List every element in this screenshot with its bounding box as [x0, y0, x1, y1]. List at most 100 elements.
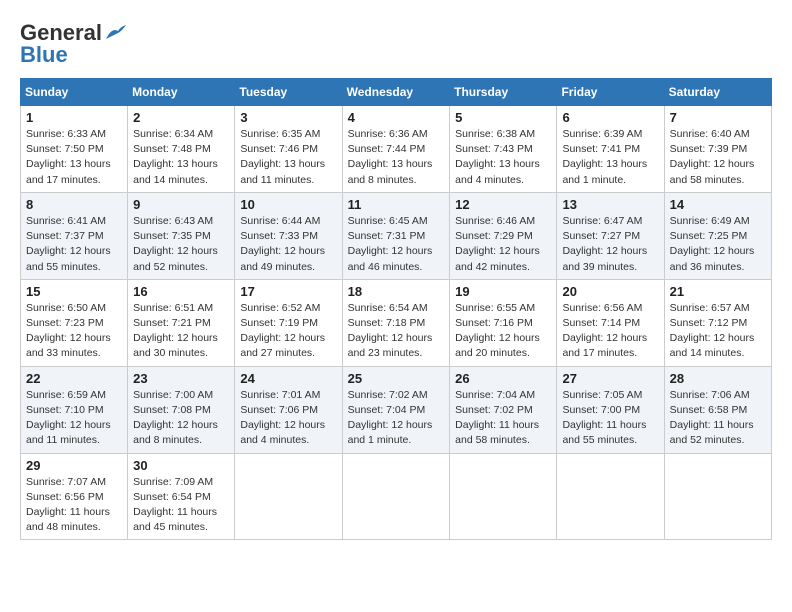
calendar-day-cell: 8 Sunrise: 6:41 AM Sunset: 7:37 PM Dayli…	[21, 192, 128, 279]
day-info: Sunrise: 6:36 AM Sunset: 7:44 PM Dayligh…	[348, 127, 445, 188]
day-info: Sunrise: 6:45 AM Sunset: 7:31 PM Dayligh…	[348, 214, 445, 275]
day-number: 2	[133, 110, 229, 125]
day-number: 26	[455, 371, 551, 386]
weekday-header: Sunday	[21, 79, 128, 106]
day-number: 12	[455, 197, 551, 212]
day-info: Sunrise: 6:41 AM Sunset: 7:37 PM Dayligh…	[26, 214, 122, 275]
day-info: Sunrise: 6:38 AM Sunset: 7:43 PM Dayligh…	[455, 127, 551, 188]
calendar-day-cell: 29 Sunrise: 7:07 AM Sunset: 6:56 PM Dayl…	[21, 453, 128, 540]
calendar-day-cell	[450, 453, 557, 540]
day-number: 30	[133, 458, 229, 473]
day-info: Sunrise: 7:09 AM Sunset: 6:54 PM Dayligh…	[133, 475, 229, 536]
calendar-day-cell	[557, 453, 664, 540]
day-number: 23	[133, 371, 229, 386]
day-info: Sunrise: 6:44 AM Sunset: 7:33 PM Dayligh…	[240, 214, 336, 275]
day-number: 7	[670, 110, 766, 125]
day-number: 18	[348, 284, 445, 299]
calendar-day-cell: 5 Sunrise: 6:38 AM Sunset: 7:43 PM Dayli…	[450, 106, 557, 193]
day-number: 16	[133, 284, 229, 299]
day-info: Sunrise: 6:52 AM Sunset: 7:19 PM Dayligh…	[240, 301, 336, 362]
calendar-day-cell: 26 Sunrise: 7:04 AM Sunset: 7:02 PM Dayl…	[450, 366, 557, 453]
day-number: 9	[133, 197, 229, 212]
day-number: 20	[562, 284, 658, 299]
day-number: 19	[455, 284, 551, 299]
day-info: Sunrise: 6:40 AM Sunset: 7:39 PM Dayligh…	[670, 127, 766, 188]
page-header: General Blue	[20, 20, 772, 68]
day-info: Sunrise: 6:49 AM Sunset: 7:25 PM Dayligh…	[670, 214, 766, 275]
calendar-day-cell: 11 Sunrise: 6:45 AM Sunset: 7:31 PM Dayl…	[342, 192, 450, 279]
day-info: Sunrise: 6:54 AM Sunset: 7:18 PM Dayligh…	[348, 301, 445, 362]
day-number: 1	[26, 110, 122, 125]
day-number: 22	[26, 371, 122, 386]
calendar-week-row: 1 Sunrise: 6:33 AM Sunset: 7:50 PM Dayli…	[21, 106, 772, 193]
calendar-day-cell: 18 Sunrise: 6:54 AM Sunset: 7:18 PM Dayl…	[342, 279, 450, 366]
calendar-day-cell: 27 Sunrise: 7:05 AM Sunset: 7:00 PM Dayl…	[557, 366, 664, 453]
calendar-day-cell: 23 Sunrise: 7:00 AM Sunset: 7:08 PM Dayl…	[128, 366, 235, 453]
day-number: 5	[455, 110, 551, 125]
day-number: 11	[348, 197, 445, 212]
day-number: 27	[562, 371, 658, 386]
day-info: Sunrise: 6:51 AM Sunset: 7:21 PM Dayligh…	[133, 301, 229, 362]
calendar-day-cell	[342, 453, 450, 540]
weekday-header: Tuesday	[235, 79, 342, 106]
day-number: 14	[670, 197, 766, 212]
logo-bird-icon	[104, 25, 126, 41]
calendar-day-cell: 24 Sunrise: 7:01 AM Sunset: 7:06 PM Dayl…	[235, 366, 342, 453]
weekday-header: Wednesday	[342, 79, 450, 106]
day-info: Sunrise: 6:33 AM Sunset: 7:50 PM Dayligh…	[26, 127, 122, 188]
calendar-day-cell: 15 Sunrise: 6:50 AM Sunset: 7:23 PM Dayl…	[21, 279, 128, 366]
calendar-day-cell: 16 Sunrise: 6:51 AM Sunset: 7:21 PM Dayl…	[128, 279, 235, 366]
calendar-day-cell: 7 Sunrise: 6:40 AM Sunset: 7:39 PM Dayli…	[664, 106, 771, 193]
weekday-header: Monday	[128, 79, 235, 106]
calendar-day-cell: 1 Sunrise: 6:33 AM Sunset: 7:50 PM Dayli…	[21, 106, 128, 193]
calendar-day-cell: 17 Sunrise: 6:52 AM Sunset: 7:19 PM Dayl…	[235, 279, 342, 366]
calendar-week-row: 29 Sunrise: 7:07 AM Sunset: 6:56 PM Dayl…	[21, 453, 772, 540]
calendar-day-cell: 13 Sunrise: 6:47 AM Sunset: 7:27 PM Dayl…	[557, 192, 664, 279]
calendar-week-row: 22 Sunrise: 6:59 AM Sunset: 7:10 PM Dayl…	[21, 366, 772, 453]
day-number: 13	[562, 197, 658, 212]
calendar-week-row: 8 Sunrise: 6:41 AM Sunset: 7:37 PM Dayli…	[21, 192, 772, 279]
day-number: 15	[26, 284, 122, 299]
day-number: 28	[670, 371, 766, 386]
calendar-day-cell: 3 Sunrise: 6:35 AM Sunset: 7:46 PM Dayli…	[235, 106, 342, 193]
calendar-day-cell: 19 Sunrise: 6:55 AM Sunset: 7:16 PM Dayl…	[450, 279, 557, 366]
calendar-day-cell: 6 Sunrise: 6:39 AM Sunset: 7:41 PM Dayli…	[557, 106, 664, 193]
calendar-table: SundayMondayTuesdayWednesdayThursdayFrid…	[20, 78, 772, 540]
day-info: Sunrise: 6:47 AM Sunset: 7:27 PM Dayligh…	[562, 214, 658, 275]
day-info: Sunrise: 6:55 AM Sunset: 7:16 PM Dayligh…	[455, 301, 551, 362]
day-info: Sunrise: 6:59 AM Sunset: 7:10 PM Dayligh…	[26, 388, 122, 449]
weekday-header: Saturday	[664, 79, 771, 106]
day-number: 24	[240, 371, 336, 386]
calendar-day-cell: 25 Sunrise: 7:02 AM Sunset: 7:04 PM Dayl…	[342, 366, 450, 453]
day-info: Sunrise: 7:06 AM Sunset: 6:58 PM Dayligh…	[670, 388, 766, 449]
logo-blue: Blue	[20, 42, 68, 68]
calendar-day-cell: 2 Sunrise: 6:34 AM Sunset: 7:48 PM Dayli…	[128, 106, 235, 193]
day-number: 3	[240, 110, 336, 125]
calendar-day-cell: 28 Sunrise: 7:06 AM Sunset: 6:58 PM Dayl…	[664, 366, 771, 453]
calendar-header-row: SundayMondayTuesdayWednesdayThursdayFrid…	[21, 79, 772, 106]
day-info: Sunrise: 6:34 AM Sunset: 7:48 PM Dayligh…	[133, 127, 229, 188]
calendar-day-cell: 21 Sunrise: 6:57 AM Sunset: 7:12 PM Dayl…	[664, 279, 771, 366]
day-number: 29	[26, 458, 122, 473]
day-info: Sunrise: 6:57 AM Sunset: 7:12 PM Dayligh…	[670, 301, 766, 362]
calendar-day-cell: 12 Sunrise: 6:46 AM Sunset: 7:29 PM Dayl…	[450, 192, 557, 279]
day-info: Sunrise: 6:46 AM Sunset: 7:29 PM Dayligh…	[455, 214, 551, 275]
calendar-day-cell: 22 Sunrise: 6:59 AM Sunset: 7:10 PM Dayl…	[21, 366, 128, 453]
logo: General Blue	[20, 20, 126, 68]
calendar-day-cell: 4 Sunrise: 6:36 AM Sunset: 7:44 PM Dayli…	[342, 106, 450, 193]
calendar-day-cell: 10 Sunrise: 6:44 AM Sunset: 7:33 PM Dayl…	[235, 192, 342, 279]
calendar-day-cell: 20 Sunrise: 6:56 AM Sunset: 7:14 PM Dayl…	[557, 279, 664, 366]
day-info: Sunrise: 7:01 AM Sunset: 7:06 PM Dayligh…	[240, 388, 336, 449]
calendar-week-row: 15 Sunrise: 6:50 AM Sunset: 7:23 PM Dayl…	[21, 279, 772, 366]
day-info: Sunrise: 7:00 AM Sunset: 7:08 PM Dayligh…	[133, 388, 229, 449]
day-info: Sunrise: 6:39 AM Sunset: 7:41 PM Dayligh…	[562, 127, 658, 188]
day-number: 10	[240, 197, 336, 212]
day-info: Sunrise: 7:04 AM Sunset: 7:02 PM Dayligh…	[455, 388, 551, 449]
day-number: 17	[240, 284, 336, 299]
day-info: Sunrise: 7:02 AM Sunset: 7:04 PM Dayligh…	[348, 388, 445, 449]
day-info: Sunrise: 6:50 AM Sunset: 7:23 PM Dayligh…	[26, 301, 122, 362]
calendar-day-cell: 30 Sunrise: 7:09 AM Sunset: 6:54 PM Dayl…	[128, 453, 235, 540]
day-info: Sunrise: 7:07 AM Sunset: 6:56 PM Dayligh…	[26, 475, 122, 536]
day-info: Sunrise: 6:35 AM Sunset: 7:46 PM Dayligh…	[240, 127, 336, 188]
day-info: Sunrise: 6:43 AM Sunset: 7:35 PM Dayligh…	[133, 214, 229, 275]
